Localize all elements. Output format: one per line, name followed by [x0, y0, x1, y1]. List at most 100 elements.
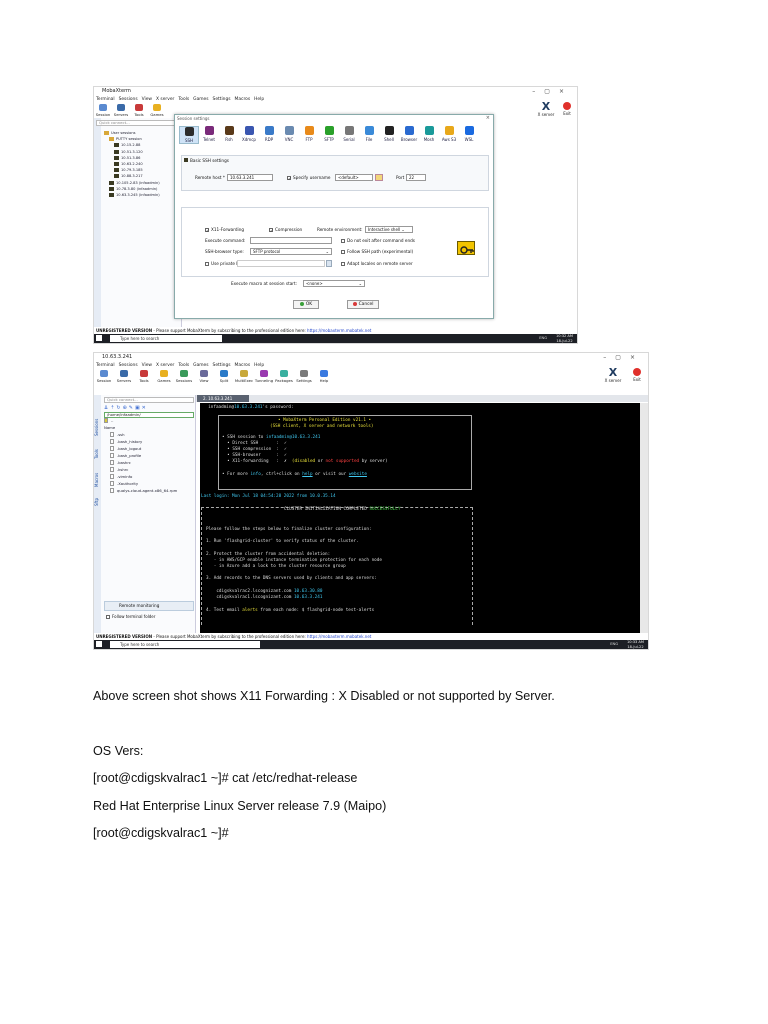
file-row[interactable]: Name — [104, 424, 177, 431]
menu-sessions[interactable]: Sessions — [119, 97, 138, 102]
xserver-button[interactable]: XX server — [602, 367, 624, 383]
close-icon[interactable]: × — [486, 115, 490, 122]
toolbar-view-button[interactable]: View — [194, 369, 214, 383]
vtab-sessions[interactable]: Sessions — [94, 415, 101, 439]
protocol-tab-ssh[interactable]: SSH — [179, 126, 199, 144]
private-key-input[interactable] — [237, 260, 325, 267]
toolbar-session-button[interactable]: Session — [94, 369, 114, 383]
file-browse-icon[interactable] — [326, 260, 332, 267]
follow-terminal-folder-checkbox[interactable]: Follow terminal folder — [106, 614, 155, 619]
menu-terminal[interactable]: Terminal — [96, 363, 115, 368]
sftp-toolbar-icons[interactable]: ⇊⇡↻⊕✎▣✕ — [104, 405, 148, 411]
exit-button[interactable]: Exit — [629, 367, 645, 382]
file-row[interactable]: .kshrc — [104, 466, 177, 473]
terminal-scrollbar[interactable] — [640, 403, 648, 633]
specify-username-checkbox[interactable]: ✓ Specify username — [287, 175, 331, 181]
user-icon[interactable] — [375, 174, 383, 181]
taskbar-search[interactable]: Type here to search — [110, 335, 222, 342]
x11-forwarding-checkbox[interactable]: ✓ X11-Forwarding — [205, 227, 244, 233]
follow-ssh-path-checkbox[interactable]: Follow SSH path (experimental) — [341, 249, 413, 254]
ssh-browser-select[interactable]: SFTP protocol ⌄ — [250, 248, 332, 255]
toolbar-multiexec-button[interactable]: MultiExec — [234, 369, 254, 383]
file-row[interactable]: .bash_history — [104, 438, 177, 445]
toolbar-session-button[interactable]: Session — [94, 103, 112, 117]
windows-start-icon[interactable] — [96, 641, 102, 647]
menu-terminal[interactable]: Terminal — [96, 97, 115, 102]
windows-start-icon[interactable] — [96, 335, 102, 341]
adapt-locales-checkbox[interactable]: Adapt locales on remote server — [341, 261, 413, 266]
taskbar-clock[interactable]: 10:33 AM 18-Jul-22 — [627, 640, 644, 649]
file-row[interactable]: .bash_profile — [104, 452, 177, 459]
menu-view[interactable]: View — [142, 97, 152, 102]
window-controls[interactable]: –▢× — [603, 353, 644, 362]
menu-tools[interactable]: Tools — [178, 97, 189, 102]
terminal-output[interactable]: infaadmin@10.63.3.241's password: • Moba… — [200, 403, 640, 633]
system-tray[interactable]: ENG — [610, 641, 618, 648]
toolbar-servers-button[interactable]: Servers — [114, 369, 134, 383]
execute-command-input[interactable] — [250, 237, 332, 244]
toolbar-split-button[interactable]: Split — [214, 369, 234, 383]
vtab-sftp[interactable]: Sftp — [94, 495, 101, 509]
toolbar-games-button[interactable]: Games — [154, 369, 174, 383]
menu-settings[interactable]: Settings — [213, 363, 231, 368]
menu-help[interactable]: Help — [254, 363, 264, 368]
toolbar-servers-button[interactable]: Servers — [112, 103, 130, 117]
menu-sessions[interactable]: Sessions — [119, 363, 138, 368]
protocol-tab-xdmcp[interactable]: Xdmcp — [239, 126, 259, 142]
protocol-tab-aws-s3[interactable]: Aws S3 — [439, 126, 459, 142]
file-row[interactable]: .bash_logout — [104, 445, 177, 452]
menu-games[interactable]: Games — [193, 363, 208, 368]
remote-env-select[interactable]: Interactive shell ⌄ — [365, 226, 413, 233]
menu-help[interactable]: Help — [254, 97, 264, 102]
quick-connect-input[interactable]: Quick connect... — [104, 397, 194, 403]
vtab-macros[interactable]: Macros — [94, 469, 101, 491]
tab-session[interactable]: 2. 10.63.3.241 — [197, 395, 249, 402]
taskbar-clock[interactable]: 10:32 AM 18-Jul-22 — [556, 334, 573, 343]
file-row[interactable]: qualys-cloud-agent.x86_64.rpm — [104, 487, 177, 494]
protocol-tab-ftp[interactable]: FTP — [299, 126, 319, 142]
menu-macros[interactable]: Macros — [235, 363, 251, 368]
protocol-tab-file[interactable]: File — [359, 126, 379, 142]
username-select[interactable]: <default> — [335, 174, 373, 181]
ok-button[interactable]: OK — [293, 300, 319, 309]
do-not-exit-checkbox[interactable]: Do not exit after command ends — [341, 238, 415, 243]
port-input[interactable]: 22 — [406, 174, 426, 181]
support-link[interactable]: https://mobaxterm.mobatek.net — [307, 328, 371, 333]
protocol-tab-telnet[interactable]: Telnet — [199, 126, 219, 142]
protocol-tab-sftp[interactable]: SFTP — [319, 126, 339, 142]
file-row[interactable]: .viminfo — [104, 473, 177, 480]
protocol-tab-browser[interactable]: Browser — [399, 126, 419, 142]
file-row[interactable]: .Xauthority — [104, 480, 177, 487]
system-tray[interactable]: ENG — [539, 335, 547, 342]
protocol-tab-shell[interactable]: Shell — [379, 126, 399, 142]
menu-xserver[interactable]: X server — [156, 97, 174, 102]
term-link[interactable]: help — [302, 472, 312, 477]
term-link[interactable]: website — [349, 472, 367, 477]
toolbar-help-button[interactable]: Help — [314, 369, 334, 383]
protocol-tab-wsl[interactable]: WSL — [459, 126, 479, 142]
execute-macro-select[interactable]: <none> ⌄ — [303, 280, 365, 287]
remote-monitoring-button[interactable]: Remote monitoring — [104, 601, 194, 611]
cancel-button[interactable]: Cancel — [347, 300, 379, 309]
toolbar-tools-button[interactable]: Tools — [134, 369, 154, 383]
exit-button[interactable]: Exit — [559, 101, 575, 116]
vtab-tools[interactable]: Tools — [94, 445, 101, 463]
menu-macros[interactable]: Macros — [235, 97, 251, 102]
protocol-tab-rsh[interactable]: Rsh — [219, 126, 239, 142]
menu-games[interactable]: Games — [193, 97, 208, 102]
menu-settings[interactable]: Settings — [213, 97, 231, 102]
toolbar-tunneling-button[interactable]: Tunneling — [254, 369, 274, 383]
protocol-tab-rdp[interactable]: RDP — [259, 126, 279, 142]
toolbar-settings-button[interactable]: Settings — [294, 369, 314, 383]
menu-xserver[interactable]: X server — [156, 363, 174, 368]
toolbar-games-button[interactable]: Games — [148, 103, 166, 117]
file-row[interactable]: .. — [104, 417, 177, 424]
file-row[interactable]: .ssh — [104, 431, 177, 438]
remote-host-input[interactable]: 10.63.3.241 — [227, 174, 273, 181]
menu-view[interactable]: View — [142, 363, 152, 368]
tree-item[interactable]: 10.63.3.245 (infaadmin) — [104, 192, 160, 198]
protocol-tab-vnc[interactable]: VNC — [279, 126, 299, 142]
menu-tools[interactable]: Tools — [178, 363, 189, 368]
tree-item[interactable]: 10.105.2.83 (infaadmin) — [104, 180, 160, 186]
xserver-button[interactable]: XX server — [535, 101, 557, 117]
